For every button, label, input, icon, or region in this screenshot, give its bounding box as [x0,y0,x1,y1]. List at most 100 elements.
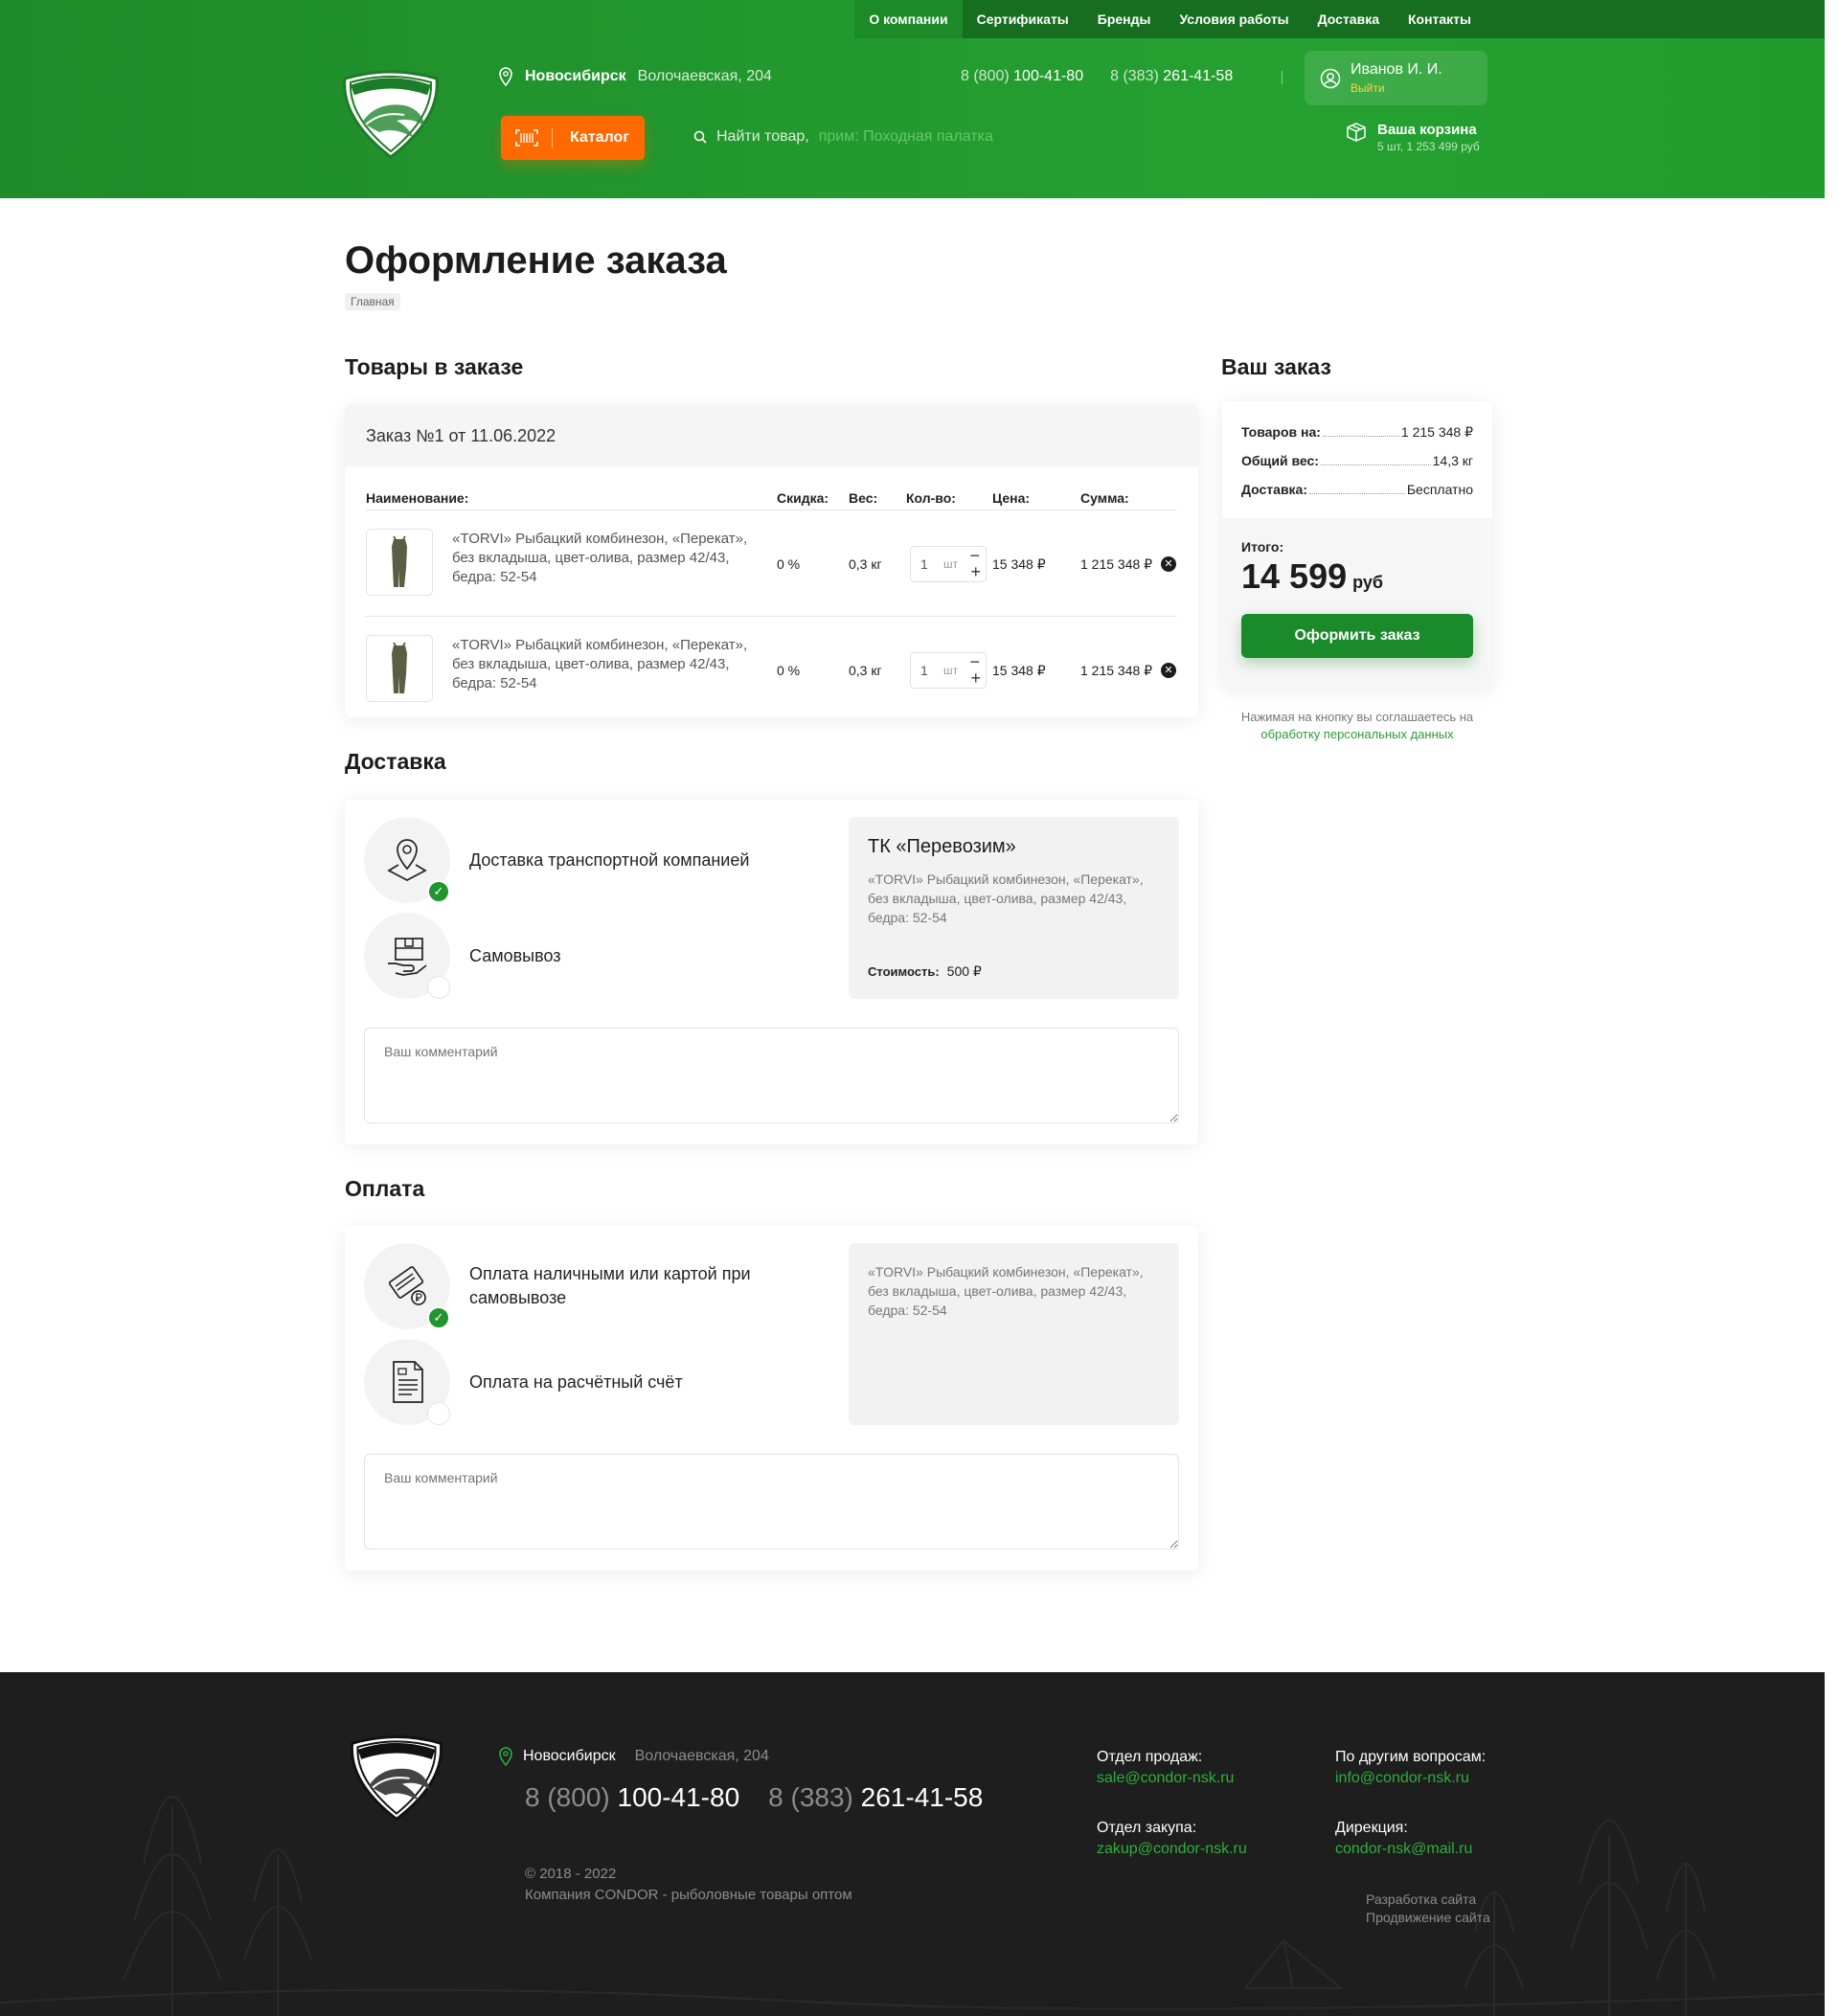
header-location: Новосибирск Волочаевская, 204 [498,67,772,86]
nav-certificates[interactable]: Сертификаты [963,0,1083,38]
item-weight: 0,3 кг [849,556,882,572]
remove-item-icon[interactable]: ✕ [1161,556,1176,572]
summary-title: Ваш заказ [1221,354,1331,379]
qty-unit: шт [943,664,959,677]
summary-row: Товаров на: 1 215 348 ₽ [1241,424,1473,441]
total-value: 14 599 [1241,556,1348,596]
contact-email[interactable]: condor-nsk@mail.ru [1335,1841,1472,1857]
phone-number: 100-41-80 [617,1782,740,1812]
payment-option-icon-wrap: ✓ [364,1243,450,1329]
search-placeholder: прим: Походная палатка [818,128,993,145]
col-name: Наименование: [366,490,469,506]
remove-item-icon[interactable]: ✕ [1161,663,1176,678]
user-account[interactable]: Иванов И. И. Выйти [1305,51,1487,105]
quantity-stepper[interactable]: 1 шт − + [910,652,987,689]
product-name[interactable]: «TORVI» Рыбацкий комбинезон, «Перекат», … [452,636,759,693]
privacy-link[interactable]: обработку персональных данных [1260,727,1453,741]
delivery-comment-input[interactable] [364,1028,1179,1123]
nav-delivery[interactable]: Доставка [1304,0,1394,38]
payment-option-cash-card[interactable]: ✓ Оплата наличными или картой при самовы… [364,1243,776,1329]
col-qty: Кол-во: [906,490,956,506]
place-order-button[interactable]: Оформить заказ [1241,614,1473,658]
summary-value: 14,3 кг [1432,453,1473,468]
contact-email[interactable]: info@condor-nsk.ru [1335,1770,1469,1786]
contact-sales: Отдел продаж: sale@condor-nsk.ru [1097,1747,1234,1789]
leader-dots [1320,464,1431,465]
header-phones: 8 (800) 100-41-80 8 (383) 261-41-58 [961,68,1233,85]
header-phone-2[interactable]: 8 (383) 261-41-58 [1110,68,1233,85]
header-phone-1[interactable]: 8 (800) 100-41-80 [961,68,1083,85]
option-label: Доставка транспортной компанией [469,849,750,870]
unselected-radio-icon [427,1402,450,1425]
minus-icon[interactable]: − [969,547,980,564]
phone-prefix: 8 (800) [961,68,1010,84]
package-hand-icon [388,938,427,976]
cart-widget[interactable]: Ваша корзина 5 шт, 1 253 499 руб [1345,122,1480,153]
payment-comment-input[interactable] [364,1454,1179,1550]
footer-phone-2[interactable]: 8 (383) 261-41-58 [768,1782,983,1813]
footer-address: Волочаевская, 204 [634,1748,769,1764]
payment-description: «TORVI» Рыбацкий комбинезон, «Перекат», … [868,1264,1144,1318]
footer-city: Новосибирск [523,1748,616,1764]
contact-procurement: Отдел закупа: zakup@condor-nsk.ru [1097,1818,1247,1860]
footer-phone-1[interactable]: 8 (800) 100-41-80 [525,1782,739,1813]
product-name[interactable]: «TORVI» Рыбацкий комбинезон, «Перекат», … [452,530,759,587]
cart-title: Ваша корзина [1377,122,1477,138]
contact-email[interactable]: zakup@condor-nsk.ru [1097,1841,1247,1857]
order-card: Заказ №1 от 11.06.2022 Наименование: Ски… [345,405,1198,717]
cost-label: Стоимость: [868,964,940,979]
summary-key: Товаров на: [1241,424,1321,440]
location-pin-icon [499,67,512,86]
unselected-radio-icon [427,976,450,999]
product-thumbnail[interactable] [366,529,433,596]
contact-label: Дирекция: [1335,1820,1408,1836]
contact-label: Отдел продаж: [1097,1749,1203,1765]
item-weight: 0,3 кг [849,663,882,678]
page-title: Оформление заказа [345,239,727,282]
plus-icon[interactable]: + [970,669,981,687]
delivery-option-pickup[interactable]: Самовывоз [364,913,776,999]
qty-value[interactable]: 1 [920,663,928,678]
phone-number: 100-41-80 [1013,68,1084,84]
payment-option-invoice[interactable]: Оплата на расчётный счёт [364,1339,776,1425]
contact-email[interactable]: sale@condor-nsk.ru [1097,1770,1234,1786]
footer-copyright: © 2018 - 2022 Компания CONDOR - рыболовн… [525,1864,852,1906]
selected-check-icon: ✓ [427,880,450,903]
developer-credits: Разработка сайта Продвижение сайта [1366,1891,1490,1927]
nav-terms[interactable]: Условия работы [1165,0,1303,38]
payment-section-title: Оплата [345,1176,425,1201]
table-row: «TORVI» Рыбацкий комбинезон, «Перекат», … [366,617,1177,723]
summary-key: Доставка: [1241,482,1308,497]
phone-prefix: 8 (383) [768,1782,853,1812]
contact-label: Отдел закупа: [1097,1820,1197,1836]
nav-brands[interactable]: Бренды [1083,0,1166,38]
location-pin-icon [499,1747,512,1766]
dev-link-development[interactable]: Разработка сайта [1366,1891,1490,1909]
site-logo[interactable] [337,69,444,159]
plus-icon[interactable]: + [970,563,981,580]
item-sum: 1 215 348 ₽ [1080,663,1153,678]
site-header: О компании Сертификаты Бренды Условия ра… [0,0,1825,198]
header-city[interactable]: Новосибирск [525,68,626,85]
dev-link-promotion[interactable]: Продвижение сайта [1366,1909,1490,1927]
total-currency: руб [1352,573,1383,592]
nav-contacts[interactable]: Контакты [1394,0,1486,38]
minus-icon[interactable]: − [969,653,980,670]
delivery-option-transport[interactable]: ✓ Доставка транспортной компанией [364,817,776,903]
breadcrumb-home[interactable]: Главная [345,293,400,310]
nav-about[interactable]: О компании [854,0,963,38]
catalog-button[interactable]: Каталог [501,116,645,160]
phone-number: 261-41-58 [1163,68,1234,84]
footer-logo[interactable] [345,1733,448,1822]
phone-number: 261-41-58 [860,1782,984,1812]
delivery-cost: Стоимость: 500 ₽ [868,963,982,980]
qty-value[interactable]: 1 [920,556,928,572]
header-divider [1282,71,1283,84]
order-number: Заказ №1 от 11.06.2022 [345,405,1198,466]
site-footer: Новосибирск Волочаевская, 204 8 (800) 10… [0,1672,1825,2016]
logout-link[interactable]: Выйти [1351,81,1442,95]
search-field[interactable]: Найти товар, прим: Походная палатка [693,128,993,146]
quantity-stepper[interactable]: 1 шт − + [910,546,987,582]
product-thumbnail[interactable] [366,635,433,702]
box-icon [1347,123,1366,142]
